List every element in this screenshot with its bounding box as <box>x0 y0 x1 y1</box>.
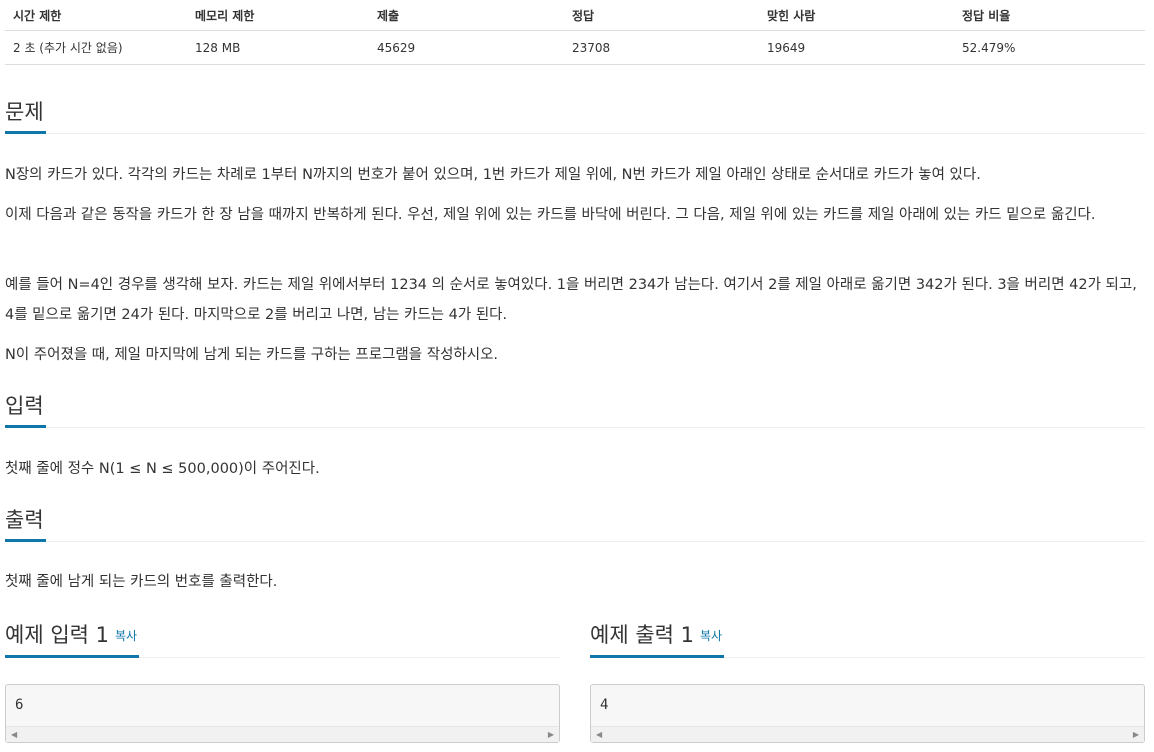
scroll-right-icon[interactable]: ▶ <box>548 730 554 739</box>
sample-output-title: 예제 출력 1 복사 <box>590 622 725 658</box>
stats-header-accepted: 정답 <box>572 8 595 23</box>
stats-submissions: 45629 <box>377 40 416 55</box>
sample-input-title-text: 예제 입력 1 <box>5 623 109 647</box>
input-section-header: 입력 <box>5 393 1145 428</box>
stats-header-ratio: 정답 비율 <box>962 8 1011 23</box>
horizontal-scrollbar[interactable]: ◀ ▶ <box>591 726 1144 742</box>
sample-output-box[interactable]: 4 ◀ ▶ <box>590 684 1145 743</box>
sample-input-title: 예제 입력 1 복사 <box>5 622 140 658</box>
stats-memory-limit: 128 MB <box>195 40 241 55</box>
scroll-right-icon[interactable]: ▶ <box>1133 730 1139 739</box>
stats-header-solvers: 맞힌 사람 <box>767 8 816 23</box>
stats-time-limit: 2 초 (추가 시간 없음) <box>13 41 123 55</box>
output-description: 첫째 줄에 남게 되는 카드의 번호를 출력한다. <box>5 574 278 590</box>
problem-paragraph: N이 주어졌을 때, 제일 마지막에 남게 되는 카드를 구하는 프로그램을 작… <box>5 347 499 363</box>
stats-solvers: 19649 <box>767 40 806 55</box>
sample-output-title-text: 예제 출력 1 <box>590 623 694 647</box>
sample-output-header: 예제 출력 1 복사 <box>590 622 1145 658</box>
problem-title: 문제 <box>5 99 46 134</box>
input-title: 입력 <box>5 393 46 428</box>
copy-sample-input-button[interactable]: 복사 <box>115 629 137 643</box>
stats-ratio: 52.479% <box>962 40 1016 55</box>
sample-input-box[interactable]: 6 ◀ ▶ <box>5 684 560 743</box>
problem-paragraph: N장의 카드가 있다. 각각의 카드는 차례로 1부터 N까지의 번호가 붙어 … <box>5 167 981 183</box>
problem-paragraph: 이제 다음과 같은 동작을 카드가 한 장 남을 때까지 반복하게 된다. 우선… <box>5 207 1096 223</box>
problem-paragraph: 예를 들어 N=4인 경우를 생각해 보자. 카드는 제일 위에서부터 1234… <box>5 277 1137 323</box>
scroll-left-icon[interactable]: ◀ <box>596 730 602 739</box>
sample-input-value: 6 <box>15 697 24 713</box>
problem-section-header: 문제 <box>5 99 1145 134</box>
horizontal-scrollbar[interactable]: ◀ ▶ <box>6 726 559 742</box>
sample-output-value: 4 <box>600 697 609 713</box>
output-title: 출력 <box>5 507 46 542</box>
stats-accepted: 23708 <box>572 40 611 55</box>
input-description: 첫째 줄에 정수 N(1 ≤ N ≤ 500,000)이 주어진다. <box>5 461 320 477</box>
stats-header-submissions: 제출 <box>377 8 400 23</box>
stats-value-row: 2 초 (추가 시간 없음) 128 MB 45629 23708 19649 … <box>5 31 1145 65</box>
stats-header-memory-limit: 메모리 제한 <box>195 8 255 23</box>
stats-header-row: 시간 제한 메모리 제한 제출 정답 맞힌 사람 정답 비율 <box>5 0 1145 31</box>
output-section-header: 출력 <box>5 507 1145 542</box>
copy-sample-output-button[interactable]: 복사 <box>700 629 722 643</box>
sample-input-header: 예제 입력 1 복사 <box>5 622 560 658</box>
stats-header-time-limit: 시간 제한 <box>13 8 62 23</box>
scroll-left-icon[interactable]: ◀ <box>11 730 17 739</box>
problem-stats-table: 시간 제한 메모리 제한 제출 정답 맞힌 사람 정답 비율 2 초 (추가 시… <box>5 0 1145 65</box>
